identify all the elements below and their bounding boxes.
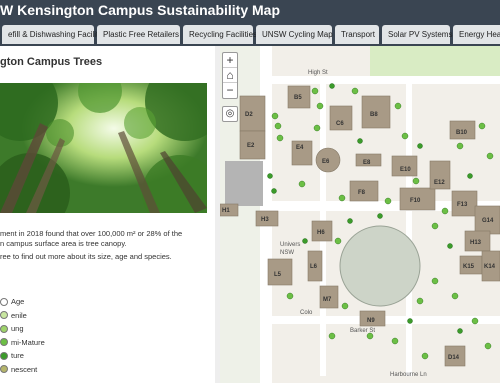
legend-item: ture xyxy=(0,349,45,363)
zoom-controls: + ⌂ − xyxy=(222,52,238,99)
label-k15: K15 xyxy=(463,264,475,270)
legend-item: enile xyxy=(0,309,45,323)
tab-recycling[interactable]: Recycling Facilities xyxy=(183,25,257,44)
legend-item: Age xyxy=(0,295,45,309)
label-f10: F10 xyxy=(410,198,421,204)
home-button[interactable]: ⌂ xyxy=(223,68,237,83)
tab-solar-pv[interactable]: Solar PV Systems xyxy=(382,25,452,44)
sports-oval xyxy=(339,225,421,307)
label-l6: L6 xyxy=(310,264,318,270)
legend-swatch xyxy=(0,297,8,306)
building-e10[interactable] xyxy=(391,155,418,177)
label-e2: E2 xyxy=(247,143,255,149)
tab-plastic-free[interactable]: Plastic Free Retailers xyxy=(97,25,180,44)
label-h1: H1 xyxy=(222,208,230,214)
park-area xyxy=(370,46,500,76)
label-h13: H13 xyxy=(470,240,482,246)
label-e12: E12 xyxy=(434,180,445,186)
legend-label: ture xyxy=(11,351,24,361)
label-f13: F13 xyxy=(457,202,468,208)
label-e6: E6 xyxy=(322,159,330,165)
label-d2: D2 xyxy=(245,112,253,118)
tab-transport[interactable]: Transport xyxy=(335,25,379,44)
campus-map[interactable]: D2 E2 B5 E4 C6 B8 E6 E8 E10 B10 F8 F10 E… xyxy=(220,46,500,383)
desc-line-3: ree to find out more about its size, age… xyxy=(0,252,172,261)
legend-item: ung xyxy=(0,322,45,336)
label-n9: N9 xyxy=(367,318,375,324)
building-grey[interactable] xyxy=(225,161,263,206)
legend-label: mi-Mature xyxy=(11,337,45,347)
label-d14: D14 xyxy=(448,355,460,361)
label-f8: F8 xyxy=(358,190,366,196)
legend-swatch xyxy=(0,338,8,347)
label-g14: G14 xyxy=(482,218,494,224)
label-l5: L5 xyxy=(274,272,282,278)
road-high-st xyxy=(260,76,500,84)
legend-label: ung xyxy=(11,324,24,334)
label-m7: M7 xyxy=(323,297,332,303)
tab-energy-heat[interactable]: Energy Heat xyxy=(453,25,500,44)
tab-cycling-map[interactable]: UNSW Cycling Map xyxy=(256,25,333,44)
legend-item: nescent xyxy=(0,363,45,377)
label-b10-e10: E10 xyxy=(400,167,411,173)
label-b10: B10 xyxy=(456,130,468,136)
trees-photo xyxy=(0,83,207,213)
desc-line-1: ment in 2018 found that over 100,000 m² … xyxy=(0,229,183,238)
label-b5: B5 xyxy=(294,95,302,101)
label-h3: H3 xyxy=(261,217,269,223)
legend-swatch xyxy=(0,324,8,333)
panel-title: gton Campus Trees xyxy=(0,56,103,68)
legend-swatch xyxy=(0,311,8,320)
road-vertical xyxy=(406,76,412,376)
app-header: W Kensington Campus Sustainability Map xyxy=(0,0,500,22)
panel-description: ment in 2018 found that over 100,000 m² … xyxy=(0,229,182,249)
place-label: NSW xyxy=(280,250,294,256)
legend-item: mi-Mature xyxy=(0,336,45,350)
legend-label: Age xyxy=(11,297,25,307)
label-c6: C6 xyxy=(336,121,344,127)
map-canvas[interactable]: D2 E2 B5 E4 C6 B8 E6 E8 E10 B10 F8 F10 E… xyxy=(220,46,500,383)
zoom-out-button[interactable]: − xyxy=(223,83,237,98)
legend-swatch xyxy=(0,351,8,360)
label-k14: K14 xyxy=(484,264,496,270)
label-b8: B8 xyxy=(370,112,378,118)
zoom-in-button[interactable]: + xyxy=(223,53,237,68)
label-h6: H6 xyxy=(317,230,325,236)
locate-button[interactable]: ◎ xyxy=(222,106,238,122)
street-harbourne: Harbourne Ln xyxy=(390,372,427,378)
place-label: Colo xyxy=(300,310,313,316)
place-label: Univers xyxy=(280,242,300,248)
desc-line-2: n campus surface area is tree canopy. xyxy=(0,239,127,248)
legend-label: nescent xyxy=(11,364,38,374)
legend-label: enile xyxy=(11,310,27,320)
street-barker: Barker St xyxy=(350,328,375,334)
tab-bar: efill & Dishwashing Facilities Plastic F… xyxy=(0,22,500,46)
info-panel: gton Campus Trees ment in 2018 found tha… xyxy=(0,46,215,383)
label-e8: E8 xyxy=(363,160,371,166)
street-high: High St xyxy=(308,70,328,76)
tab-refill-dishwashing[interactable]: efill & Dishwashing Facilities xyxy=(2,25,108,44)
app-title: W Kensington Campus Sustainability Map xyxy=(0,2,281,18)
legend-swatch xyxy=(0,365,8,374)
tree-age-legend: Age enile ung mi-Mature ture nescent xyxy=(0,295,45,376)
label-e4: E4 xyxy=(296,145,304,151)
